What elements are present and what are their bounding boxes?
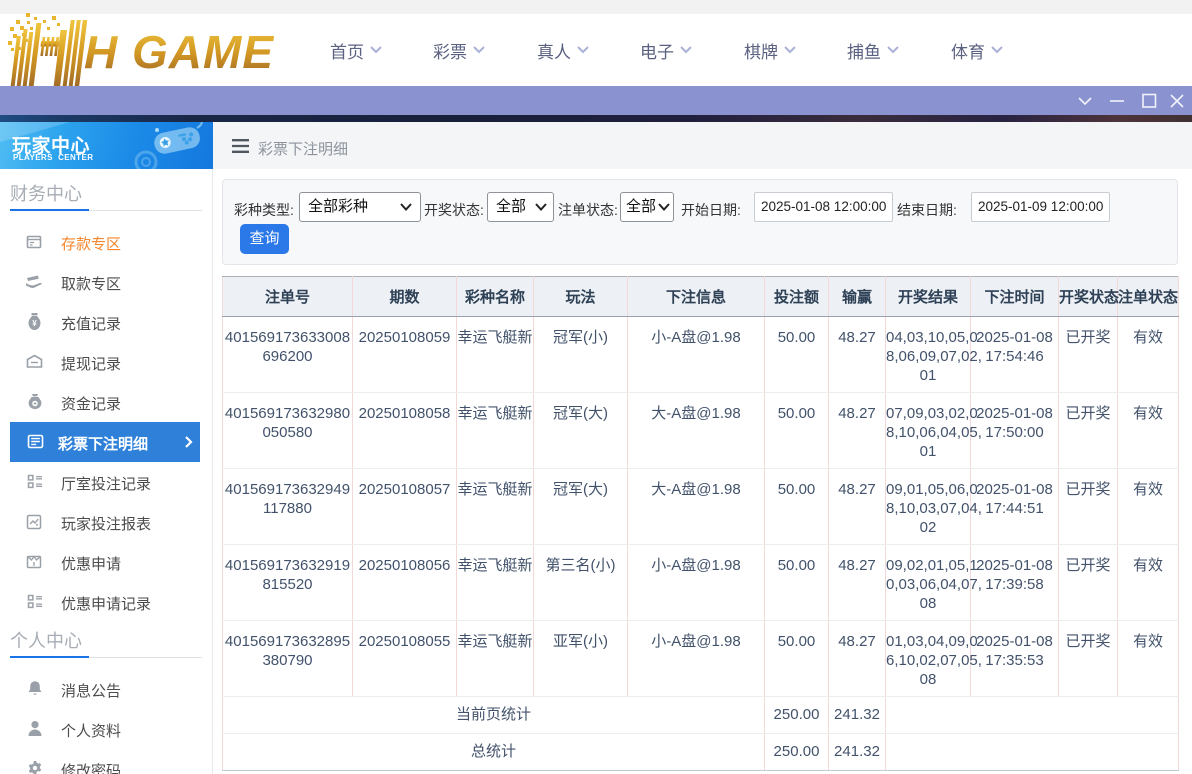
- svg-text:¥: ¥: [32, 319, 37, 328]
